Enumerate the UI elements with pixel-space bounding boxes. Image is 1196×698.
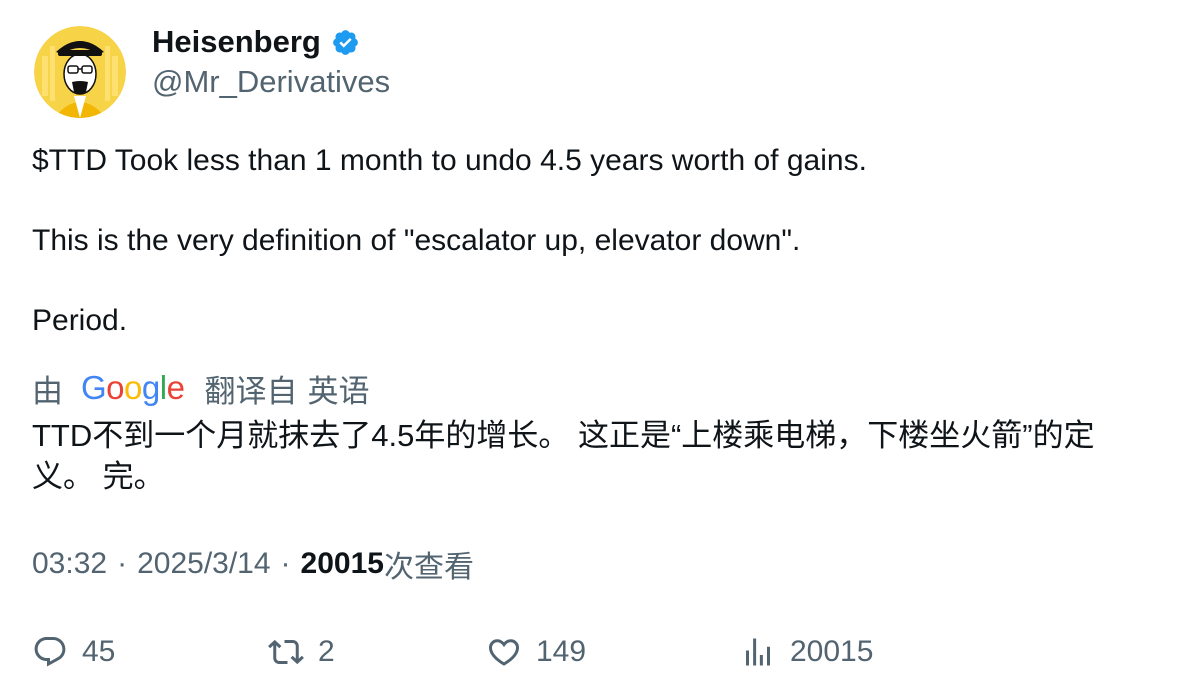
display-name[interactable]: Heisenberg bbox=[152, 22, 321, 62]
verified-badge-icon bbox=[332, 29, 358, 55]
translated-text: TTD不到一个月就抹去了4.5年的增长。 这正是“上楼乘电梯，下楼坐火箭”的定义… bbox=[32, 418, 1095, 494]
tweet-paragraph: This is the very definition of "escalato… bbox=[32, 224, 801, 257]
reply-icon bbox=[34, 637, 66, 667]
retweet-button[interactable]: 2 bbox=[268, 630, 335, 674]
translation-label: 翻译自 bbox=[204, 373, 298, 409]
translation-prefix: 由 bbox=[32, 373, 63, 409]
display-name-row[interactable]: Heisenberg bbox=[152, 22, 360, 62]
tweet-paragraph: Period. bbox=[32, 304, 128, 337]
retweet-count: 2 bbox=[318, 635, 335, 668]
like-button[interactable]: 149 bbox=[486, 630, 586, 674]
tweet-date[interactable]: 2025/3/14 bbox=[137, 547, 270, 581]
views-button[interactable]: 20015 bbox=[740, 630, 873, 674]
heart-icon bbox=[488, 639, 520, 666]
separator-dot: · bbox=[117, 547, 128, 580]
translation-source-language: 英语 bbox=[307, 373, 370, 409]
views-action-count: 20015 bbox=[790, 635, 874, 668]
like-count: 149 bbox=[536, 635, 587, 668]
analytics-icon bbox=[746, 638, 770, 666]
views-count: 20015 bbox=[300, 547, 384, 580]
views-label: 次查看 bbox=[383, 551, 474, 584]
retweet-icon bbox=[268, 639, 304, 665]
tweet-time[interactable]: 03:32 bbox=[32, 547, 107, 581]
heisenberg-avatar-icon bbox=[34, 26, 126, 118]
tweet-meta: 03:32 · 2025/3/14 · 20015 次查看 bbox=[32, 543, 474, 585]
translation-attribution[interactable]: 由 Google 翻译自 英语 bbox=[32, 366, 369, 410]
google-logo: Google bbox=[81, 369, 185, 406]
reply-button[interactable]: 45 bbox=[32, 630, 115, 674]
tweet-paragraph: $TTD Took less than 1 month to undo 4.5 … bbox=[32, 144, 867, 177]
tweet-text: $TTD Took less than 1 month to undo 4.5 … bbox=[32, 141, 1162, 341]
reply-count: 45 bbox=[82, 635, 116, 668]
avatar[interactable] bbox=[34, 26, 126, 118]
user-handle[interactable]: @Mr_Derivatives bbox=[152, 62, 390, 102]
separator-dot: · bbox=[280, 547, 291, 580]
